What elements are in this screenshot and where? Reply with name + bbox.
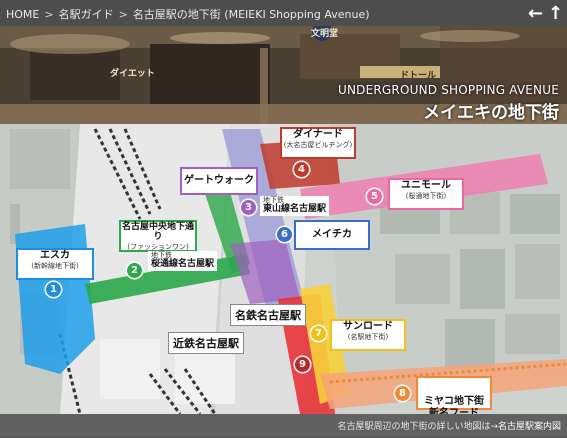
mall-label-gatewalk[interactable]: ゲートウォーク — [180, 167, 258, 195]
mall-sub: (名駅地下街) — [347, 332, 389, 341]
footer-map-link[interactable]: 名古屋駅案内図 — [498, 422, 561, 432]
mall-label-sunroad[interactable]: サンロード (名駅地下街) — [330, 319, 406, 351]
breadcrumb-home[interactable]: HOME — [6, 8, 39, 21]
mall-label-esca[interactable]: エスカ (新幹線地下街) — [16, 248, 94, 280]
up-arrow-icon[interactable]: ↑ — [548, 3, 563, 24]
mall-sub: (桜通地下街) — [405, 191, 447, 200]
back-arrow-icon[interactable]: ← — [528, 3, 543, 24]
mall-number-marker[interactable]: 1 — [46, 282, 61, 297]
mall-label-dainard[interactable]: ダイナード (大名古屋ビルヂング) — [280, 127, 356, 159]
mall-name: ダイナード — [293, 129, 343, 140]
breadcrumb: HOME > 名駅ガイド > 名古屋駅の地下街 (MEIEKI Shopping Ave… — [6, 6, 370, 22]
mall-number-marker[interactable]: 7 — [311, 326, 326, 341]
footer-bar: 名古屋駅周辺の地下街の詳しい地図は→名古屋駅案内図 — [0, 414, 567, 436]
breadcrumb-separator: > — [44, 8, 54, 21]
hero-title-en: UNDERGROUND SHOPPING AVENUE — [338, 83, 559, 97]
mall-number-marker[interactable]: 5 — [367, 189, 382, 204]
mall-number-marker[interactable]: 8 — [395, 386, 410, 401]
footer-text: 名古屋駅周辺の地下街の詳しい地図は→名古屋駅案内図 — [337, 419, 561, 432]
hero-title-ja: メイエキの地下街 — [423, 103, 559, 123]
breadcrumb-guide[interactable]: 名駅ガイド — [59, 6, 114, 22]
mall-label-miyako[interactable]: ミヤコ地下街 新名フード — [416, 376, 492, 419]
mall-label-unimall[interactable]: ユニモール (桜通地下街) — [388, 178, 464, 210]
mall-label-meichika[interactable]: メイチカ — [294, 220, 370, 250]
mall-number-marker[interactable]: 3 — [241, 200, 256, 215]
station-kintetsu[interactable]: 近鉄名古屋駅 — [168, 332, 244, 354]
hero-sign: 文明堂 — [311, 29, 339, 39]
hero-sign: ダイエット — [110, 69, 155, 79]
station-meitetsu[interactable]: 名鉄名古屋駅 — [230, 304, 306, 326]
mall-name: ユニモール — [401, 180, 451, 191]
subway-line-name: 桜通線名古屋駅 — [151, 258, 215, 269]
hero-banner: 文明堂 ドトール ダイエット UNDERGROUND SHOPPING AVEN… — [0, 26, 567, 124]
mall-label-chuo[interactable]: 名古屋中央地下通り (ファッションワン) — [119, 220, 197, 252]
mall-sub: (新幹線地下街) — [31, 261, 79, 270]
mall-sub: (大名古屋ビルヂング) — [283, 140, 353, 149]
mall-name: エスカ — [40, 250, 70, 261]
mall-number-marker[interactable]: 9 — [295, 357, 310, 372]
subway-line-name: 東山線名古屋駅 — [263, 203, 327, 214]
station-subway-higashiyama[interactable]: 地下鉄 東山線名古屋駅 — [260, 196, 330, 216]
mall-name: 名古屋中央地下通り — [121, 222, 194, 243]
mall-name: メイチカ — [312, 229, 352, 240]
mall-name: サンロード — [343, 321, 393, 332]
mall-sub: (ファッションワン) — [127, 242, 189, 251]
breadcrumb-separator: > — [118, 8, 128, 21]
footer-note: 名古屋駅周辺の地下街の詳しい地図は→ — [337, 422, 498, 432]
mall-number-marker[interactable]: 2 — [127, 263, 142, 278]
underground-map: エスカ (新幹線地下街) 名古屋中央地下通り (ファッションワン) ゲートウォー… — [0, 124, 567, 419]
hero-sign: ドトール — [400, 71, 437, 81]
top-bar: HOME > 名駅ガイド > 名古屋駅の地下街 (MEIEKI Shopping Ave… — [0, 0, 567, 26]
mall-number-marker[interactable]: 4 — [294, 162, 309, 177]
breadcrumb-current: 名古屋駅の地下街 (MEIEKI Shopping Avenue) — [132, 8, 370, 21]
station-subway-sakuradori[interactable]: 地下鉄 桜通線名古屋駅 — [148, 251, 218, 271]
mall-name: ゲートウォーク — [184, 175, 254, 186]
mall-number-marker[interactable]: 6 — [277, 227, 292, 242]
